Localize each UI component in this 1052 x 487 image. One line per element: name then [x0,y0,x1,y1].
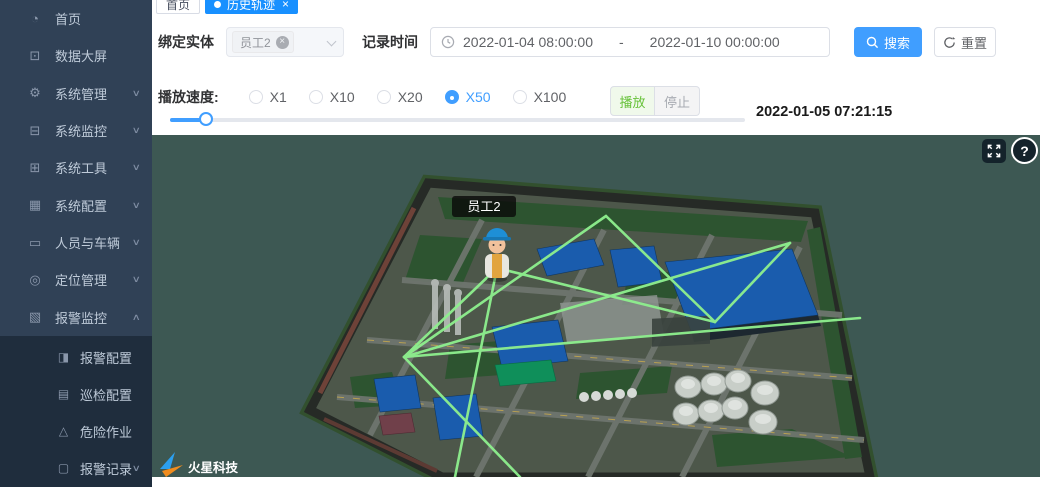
fullscreen-icon [986,143,1002,159]
chevron-down-icon: ∨ [132,200,141,211]
radio-icon [513,90,527,104]
radio-x10[interactable]: X10 [309,89,355,105]
sidebar: ◔ 首页 ⊡ 数据大屏 ⚙ 系统管理 ∨ ⊟ 系统监控 ∨ ⊞ 系统工具 ∨ ▦… [0,0,152,487]
hazard-icon: △ [56,424,71,438]
tab-home[interactable]: 首页 [156,0,200,14]
sidebar-item-label: 系统工具 [55,158,107,177]
config-icon: ▦ [26,197,44,213]
sidebar-item-label: 定位管理 [55,270,107,289]
sidebar-item-label: 系统配置 [55,196,107,215]
help-icon: ? [1020,143,1029,159]
close-icon[interactable]: × [282,0,289,10]
radio-icon [309,90,323,104]
play-button[interactable]: 播放 [610,86,655,116]
chevron-down-icon: ∨ [132,125,141,136]
main-content: 首页 历史轨迹 × 绑定实体 员工2 × 记录时间 2022-01-04 08:… [152,0,1052,487]
dashboard-icon: ◔ [26,11,44,26]
sidebar-item-inspection-config[interactable]: ▤ 巡检配置 [0,376,152,413]
radio-checked-icon [445,90,459,104]
sidebar-item-alarm-config[interactable]: ◨ 报警配置 [0,339,152,376]
search-button[interactable]: 搜索 [854,27,922,57]
inspection-icon: ▤ [56,387,71,401]
playback-speed-row: 播放速度: X1 X10 X20 X50 X100 [158,82,566,112]
sidebar-item-system-monitor[interactable]: ⊟ 系统监控 ∨ [0,112,152,149]
time-start-value[interactable]: 2022-01-04 08:00:00 [463,34,593,50]
sidebar-item-system-tools[interactable]: ⊞ 系统工具 ∨ [0,149,152,186]
filter-row: 绑定实体 员工2 × 记录时间 2022-01-04 08:00:00 - 20… [158,26,996,58]
sidebar-item-location-manage[interactable]: ◎ 定位管理 ∨ [0,261,152,298]
chevron-down-icon [327,37,337,47]
clock-icon [441,35,455,49]
map-scene: 员工2 火星科技 [152,135,1040,477]
play-stop-group: 播放 停止 [610,86,700,116]
alarm-monitor-submenu: ◨ 报警配置 ▤ 巡检配置 △ 危险作业 ▢ 报警记录 ∨ [0,336,152,487]
alarm-config-icon: ◨ [56,350,71,364]
entity-select[interactable]: 员工2 × [226,27,344,57]
radio-x1[interactable]: X1 [249,89,287,105]
tab-history-track[interactable]: 历史轨迹 × [205,0,298,14]
refresh-icon [943,36,956,49]
sidebar-item-label: 报警配置 [80,348,132,367]
radio-icon [377,90,391,104]
alarm-record-icon: ▢ [56,461,71,475]
people-vehicle-icon: ▭ [26,235,44,251]
sidebar-item-hazard-work[interactable]: △ 危险作业 [0,413,152,450]
sidebar-item-alarm-monitor[interactable]: ▧ 报警监控 ∧ [0,299,152,336]
chevron-down-icon: ∨ [132,274,141,285]
worker-label: 员工2 [467,199,500,214]
entity-tag: 员工2 × [232,31,294,53]
radio-x100[interactable]: X100 [513,89,567,105]
entity-label: 绑定实体 [158,32,214,52]
stop-button[interactable]: 停止 [655,86,700,116]
time-end-value[interactable]: 2022-01-10 00:00:00 [650,34,780,50]
toolbox-icon: ⊞ [26,160,44,176]
radio-x50[interactable]: X50 [445,89,491,105]
chevron-down-icon: ∨ [132,237,141,248]
sidebar-item-label: 危险作业 [80,422,132,441]
sidebar-item-people-vehicle[interactable]: ▭ 人员与车辆 ∨ [0,224,152,261]
help-button[interactable]: ? [1011,137,1038,164]
sidebar-item-label: 系统管理 [55,84,107,103]
radio-x20[interactable]: X20 [377,89,423,105]
time-separator: - [619,34,624,50]
time-label: 记录时间 [362,32,418,52]
active-dot-icon [214,1,221,8]
sidebar-item-label: 数据大屏 [55,46,107,65]
sidebar-item-label: 巡检配置 [80,385,132,404]
radio-icon [249,90,263,104]
sidebar-item-home[interactable]: ◔ 首页 [0,0,152,37]
sidebar-item-label: 报警监控 [55,308,107,327]
search-icon [866,36,879,49]
chevron-down-icon: ∨ [132,88,141,99]
gear-icon: ⚙ [26,85,44,101]
sidebar-item-system-config[interactable]: ▦ 系统配置 ∨ [0,187,152,224]
current-time: 2022-01-05 07:21:15 [756,104,892,120]
playback-slider[interactable] [170,118,745,122]
chevron-down-icon: ∨ [132,162,141,173]
fullscreen-button[interactable] [982,139,1006,163]
slider-handle[interactable] [199,112,213,126]
sidebar-item-system-manage[interactable]: ⚙ 系统管理 ∨ [0,75,152,112]
time-range-input[interactable]: 2022-01-04 08:00:00 - 2022-01-10 00:00:0… [430,27,830,57]
reset-button[interactable]: 重置 [934,27,996,57]
map-3d-viewport[interactable]: 员工2 火星科技 ? [152,135,1040,477]
vendor-logo: 火星科技 [160,452,239,477]
speed-label: 播放速度: [158,87,219,107]
sidebar-item-label: 人员与车辆 [55,233,120,252]
location-icon: ◎ [26,272,44,288]
sidebar-item-data-screen[interactable]: ⊡ 数据大屏 [0,37,152,74]
chevron-up-icon: ∧ [132,312,141,323]
monitor-icon: ⊟ [26,123,44,139]
sidebar-item-label: 首页 [55,9,81,28]
vendor-logo-text: 火星科技 [188,460,239,475]
sidebar-item-alarm-record[interactable]: ▢ 报警记录 ∨ [0,450,152,487]
chevron-down-icon: ∨ [132,463,141,474]
sidebar-item-label: 系统监控 [55,121,107,140]
alarm-monitor-icon: ▧ [26,309,44,325]
tag-close-icon[interactable]: × [276,36,289,49]
sidebar-item-label: 报警记录 [80,459,132,478]
screen-icon: ⊡ [26,48,44,64]
tab-bar: 首页 历史轨迹 × [152,0,1052,14]
